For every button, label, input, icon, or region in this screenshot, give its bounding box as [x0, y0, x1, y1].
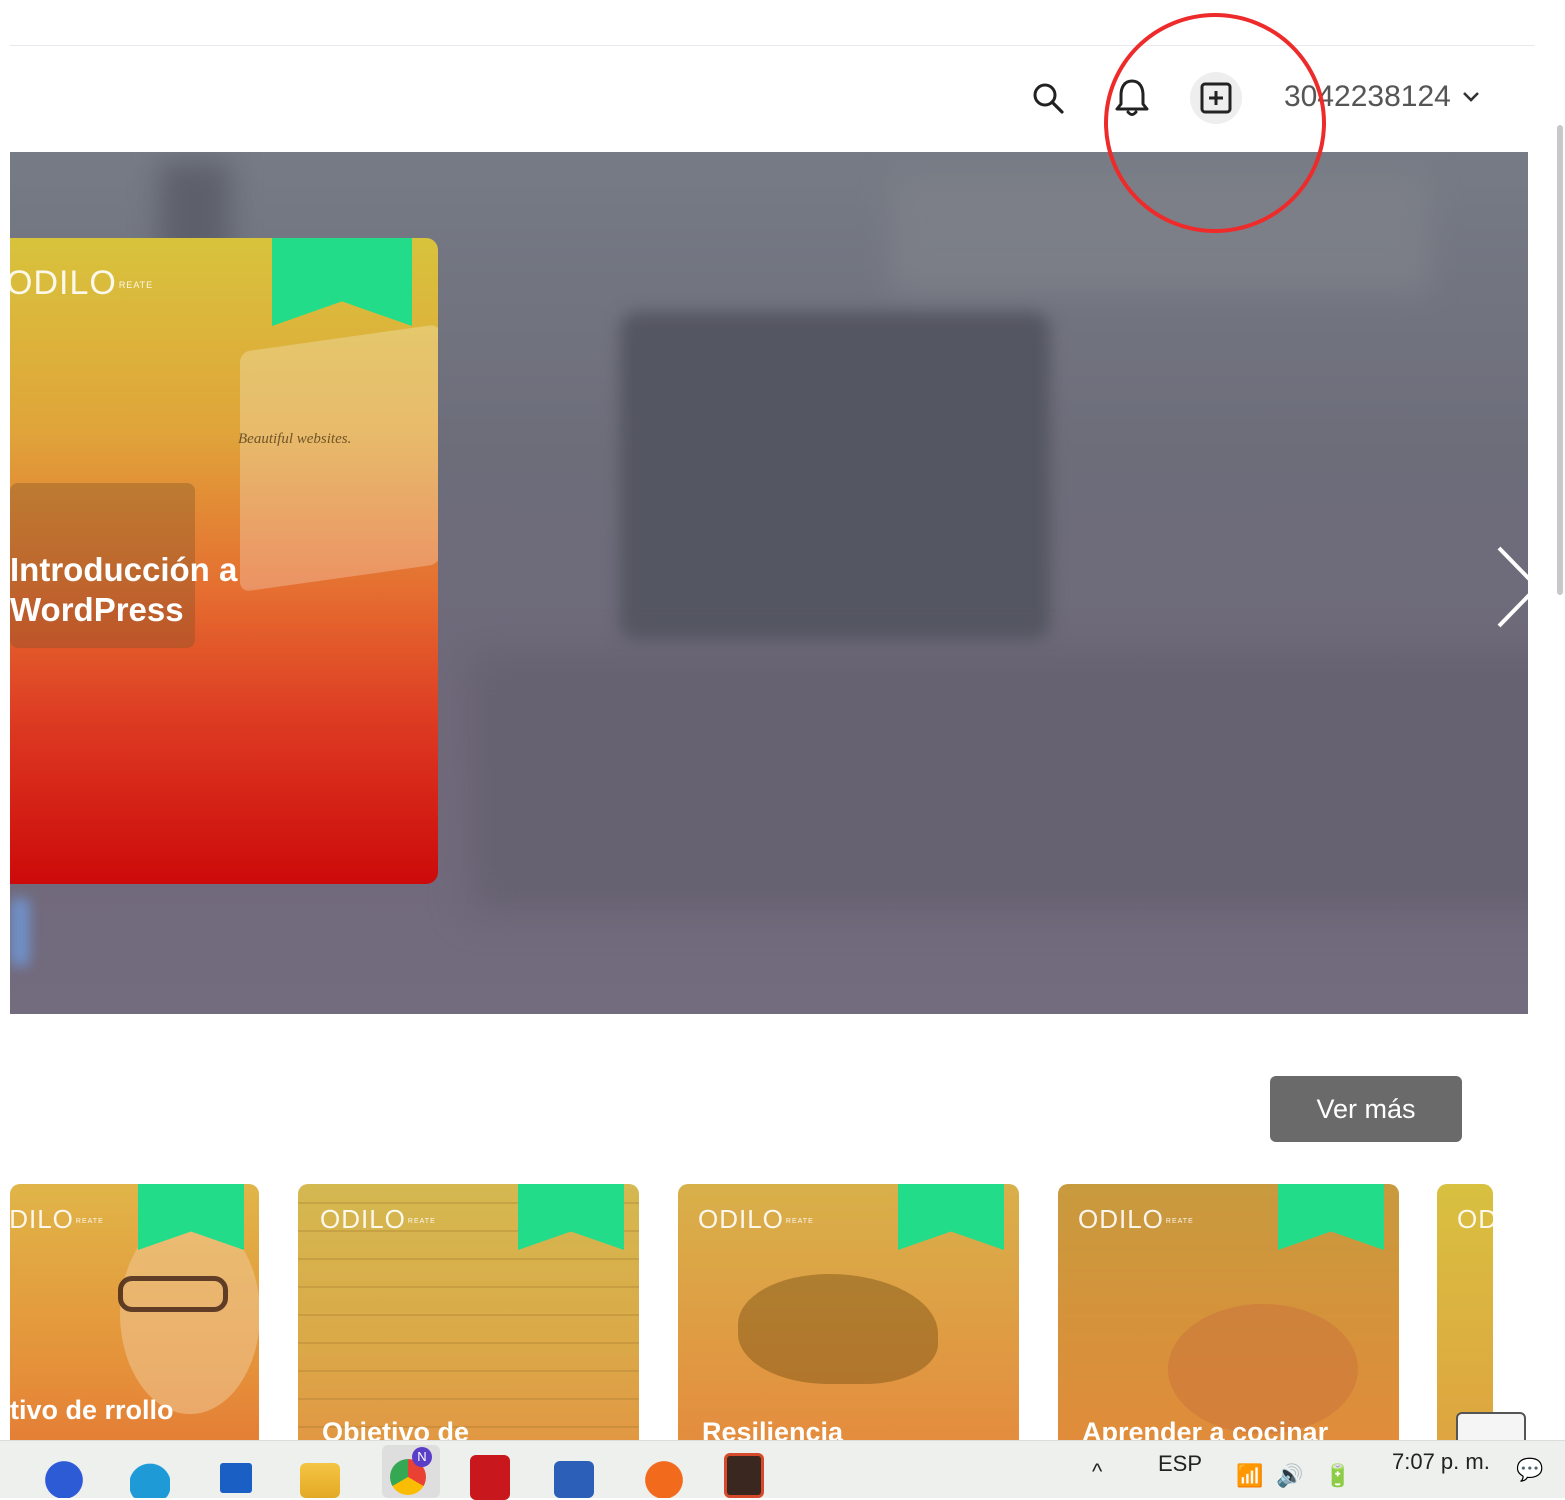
card-illustration-tree: [738, 1274, 938, 1384]
odilo-logo: ODILOREATE: [320, 1204, 436, 1235]
language-indicator[interactable]: ESP: [1158, 1451, 1202, 1477]
logo-suffix: REATE: [118, 280, 154, 291]
bookmark-ribbon: [898, 1184, 1004, 1250]
course-title: Aprender a cocinar: [1082, 1417, 1329, 1440]
course-title: Objetivo de: [322, 1417, 470, 1440]
windows-taskbar: ^ ESP 📶 🔊 🔋 7:07 p. m. 💬: [0, 1440, 1565, 1500]
file-explorer-icon[interactable]: [300, 1463, 340, 1498]
bell-icon: [1115, 79, 1149, 116]
chrome-icon[interactable]: [382, 1445, 440, 1498]
featured-course-card[interactable]: Beautiful websites. ODILO REATE Introducc…: [10, 238, 438, 884]
odilo-logo: ODILOREATE: [1078, 1204, 1194, 1235]
chevron-down-icon: [1462, 92, 1479, 102]
odilo-logo: ODILOREATE: [698, 1204, 814, 1235]
bookmark-ribbon: [1278, 1184, 1384, 1250]
add-box-icon: [1200, 82, 1232, 114]
hero-background-desk: [470, 652, 1528, 912]
app-icon[interactable]: [724, 1453, 764, 1498]
course-title: Resiliencia: [702, 1417, 844, 1440]
logo-text: OD: [1457, 1204, 1493, 1234]
logo-text: ODILO: [320, 1204, 406, 1234]
featured-course-title: Introducción a WordPress: [10, 550, 237, 630]
app-header: 3042238124: [10, 46, 1553, 152]
logo-suffix: REATE: [1165, 1217, 1194, 1225]
browser-top-strip: [10, 25, 1535, 46]
acrobat-icon[interactable]: [470, 1455, 510, 1500]
hero-background-shape: [10, 897, 30, 967]
volume-icon[interactable]: 🔊: [1276, 1463, 1303, 1489]
card-illustration-cooking: [1168, 1304, 1358, 1434]
scrollbar-thumb[interactable]: [1557, 125, 1563, 595]
course-card[interactable]: OD: [1437, 1184, 1493, 1440]
store-icon[interactable]: [216, 1453, 256, 1498]
logo-text: ODILO: [10, 1204, 74, 1234]
course-card[interactable]: ODILO REATE Aprender a cocinar: [1058, 1184, 1399, 1440]
odilo-logo: ODILOREATE: [10, 264, 153, 303]
logo-text: ODILO: [1078, 1204, 1164, 1234]
wifi-icon[interactable]: 📶: [1236, 1463, 1263, 1489]
odilo-logo: OD: [1457, 1204, 1493, 1235]
hero-background-laptop: [620, 312, 1050, 642]
course-title: tivo de rrollo: [10, 1395, 174, 1425]
scrollbar[interactable]: [1553, 55, 1565, 1445]
course-card[interactable]: ODILO REATE Resiliencia: [678, 1184, 1019, 1440]
odilo-logo: ODILOREATE: [10, 1204, 104, 1235]
card-illustration-monitor: [240, 323, 438, 593]
user-id-label: 3042238124: [1284, 80, 1451, 113]
logo-text: ODILO: [698, 1204, 784, 1234]
chevron-right-icon: [1497, 546, 1528, 628]
battery-icon[interactable]: 🔋: [1324, 1463, 1351, 1489]
course-card[interactable]: ODILO REATE Objetivo de: [298, 1184, 639, 1440]
hero-carousel: Beautiful websites. ODILO REATE Introducc…: [10, 152, 1528, 1014]
notifications-center-icon[interactable]: 💬: [1516, 1457, 1543, 1483]
search-icon: [1033, 83, 1064, 114]
tray-expand-icon[interactable]: ^: [1092, 1459, 1102, 1485]
user-menu[interactable]: 3042238124: [1284, 80, 1481, 114]
avast-icon[interactable]: [644, 1453, 684, 1498]
course-row: ODILOREATE tivo de rrollo ODILOREATE Obj…: [10, 1184, 1493, 1440]
zoom-icon[interactable]: [44, 1453, 84, 1498]
logo-suffix: REATE: [75, 1217, 104, 1225]
logo-suffix: REATE: [785, 1217, 814, 1225]
clock[interactable]: 7:07 p. m.: [1392, 1449, 1490, 1475]
featured-course-title-line: Introducción a: [10, 551, 238, 588]
logo-suffix: REATE: [407, 1217, 436, 1225]
carousel-next-button[interactable]: [1485, 542, 1528, 632]
course-card[interactable]: ODILOREATE tivo de rrollo: [10, 1184, 259, 1440]
card-illustration-glasses: [118, 1276, 228, 1312]
word-icon[interactable]: [554, 1461, 594, 1498]
edge-icon[interactable]: [130, 1453, 170, 1498]
featured-course-title-line: WordPress: [10, 591, 184, 628]
card-illustration-text: Beautiful websites.: [238, 431, 352, 447]
notifications-button[interactable]: [1112, 78, 1152, 118]
bookmark-ribbon: [272, 238, 412, 326]
hero-background-shape: [890, 172, 1430, 292]
search-button[interactable]: [1028, 78, 1068, 118]
see-more-button[interactable]: Ver más: [1270, 1076, 1462, 1142]
create-button[interactable]: [1190, 72, 1242, 124]
logo-text: ODILO: [10, 264, 117, 302]
page-left-edge: [0, 0, 10, 1440]
